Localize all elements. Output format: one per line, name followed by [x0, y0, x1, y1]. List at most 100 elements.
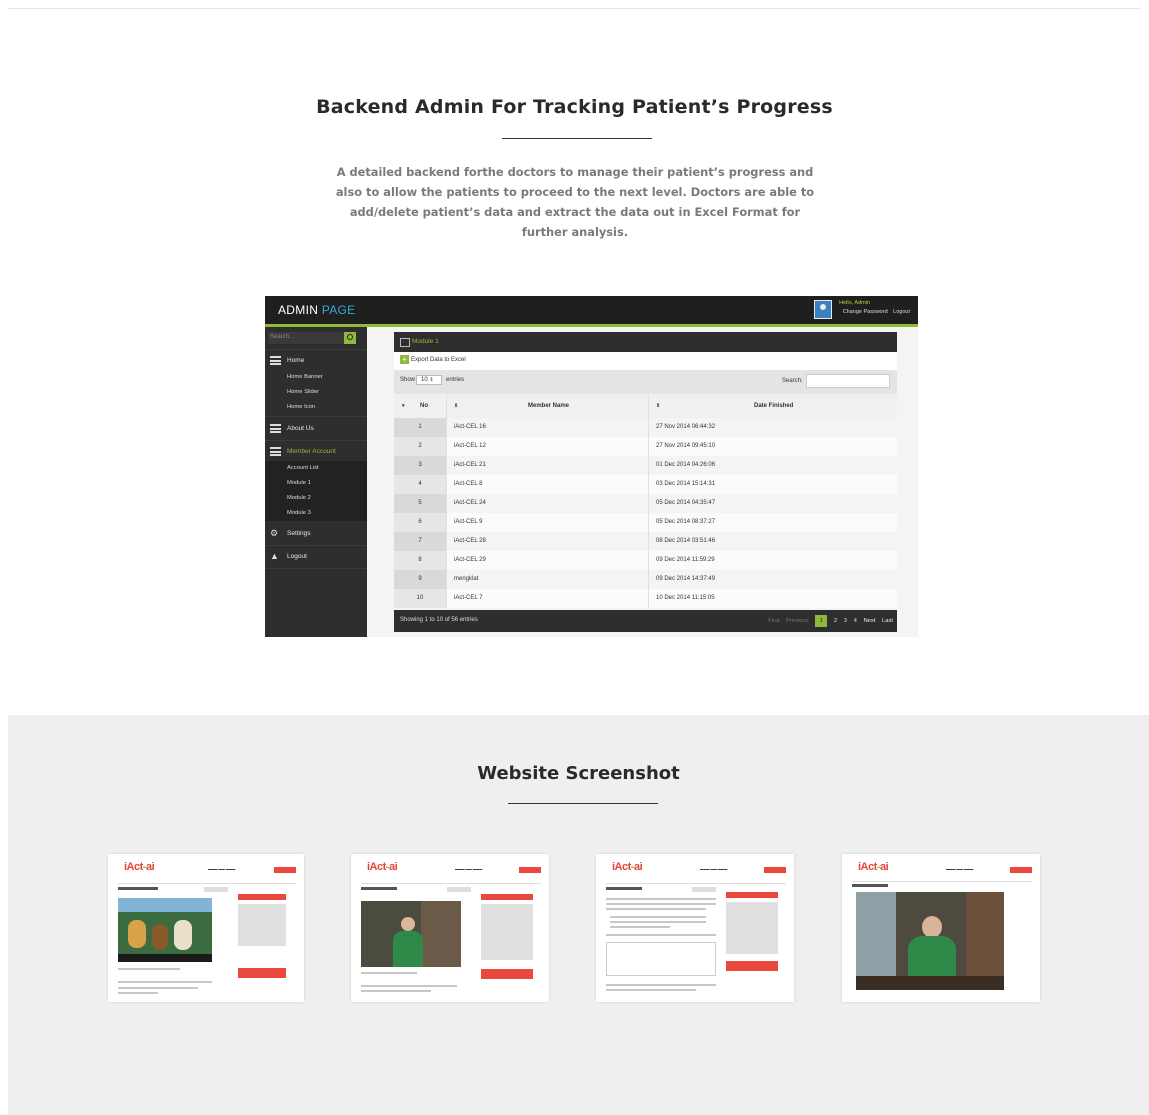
pager-previous[interactable]: Previous: [786, 615, 809, 627]
sort-icon[interactable]: ⇕: [656, 403, 660, 409]
text-line-image: [361, 985, 457, 987]
cell-name: iAct-CEL 9: [454, 519, 483, 525]
table-header: ▾ No ⇕ Member Name ⇕ Date Finished: [394, 394, 897, 418]
screenshot-thumbnail[interactable]: iAct-ai ▬▬▬ ▬▬ ▬▬▬: [108, 854, 304, 1002]
table-row[interactable]: 5 iAct-CEL 24 05 Dec 2014 04:35:47: [394, 494, 897, 513]
table-row[interactable]: 4 iAct-CEL 8 03 Dec 2014 15:14:31: [394, 475, 897, 494]
table-row[interactable]: 9 mengklat 09 Dec 2014 14:37:49: [394, 570, 897, 589]
top-divider: [8, 8, 1141, 9]
entries-label: entries: [446, 377, 465, 383]
module-button-image: [481, 894, 533, 900]
cell-no: 3: [394, 456, 446, 475]
text-line-image: [361, 972, 417, 974]
sidebar-item-member-account[interactable]: Member Account: [265, 442, 367, 462]
screenshot-thumbnail[interactable]: iAct-ai ▬▬▬ ▬▬ ▬▬▬: [596, 854, 794, 1002]
cell-name: iAct-CEL 16: [454, 424, 486, 430]
list-icon: [270, 356, 281, 365]
admin-logo-main: ADMIN: [278, 303, 319, 317]
admin-sidebar: Search... Home Home Banner Home Slider H…: [265, 327, 367, 637]
pager-last[interactable]: Last: [882, 615, 893, 627]
table-row[interactable]: 3 iAct-CEL 21 01 Dec 2014 04:26:06: [394, 456, 897, 475]
table-row[interactable]: 10 iAct-CEL 7 10 Dec 2014 11:15:05: [394, 589, 897, 608]
cell-date: 05 Dec 2014 08:37:27: [656, 519, 716, 525]
chevron-updown-icon: ⇕: [429, 377, 434, 383]
greeting: Hello, Admin: [839, 300, 870, 306]
column-header-member-name[interactable]: Member Name: [528, 403, 569, 409]
sidebar-subitem-label: Home Slider: [287, 389, 319, 395]
sort-icon[interactable]: ⇕: [454, 403, 458, 409]
sidebar-item-about-us[interactable]: About Us: [265, 419, 367, 439]
pager-first[interactable]: First: [768, 615, 779, 627]
pager-page-1[interactable]: 1: [815, 615, 828, 627]
screenshot-thumbnail[interactable]: iAct-ai ▬▬▬ ▬▬ ▬▬▬: [351, 854, 549, 1002]
sort-icon[interactable]: ▾: [402, 403, 405, 409]
admin-content: Module 1 + Export Data to Excel Show 10 ⇕…: [367, 327, 918, 637]
text-line-image: [606, 898, 716, 900]
sidebar-item-label: About Us: [287, 425, 314, 432]
table-row[interactable]: 1 iAct-CEL 16 27 Nov 2014 06:44:32: [394, 418, 897, 437]
column-header-date-finished[interactable]: Date Finished: [754, 403, 793, 409]
site-heading-image: [852, 884, 888, 887]
site-nav-image: ▬▬▬ ▬▬ ▬▬▬: [208, 867, 236, 871]
pager-page-3[interactable]: 3: [844, 615, 847, 627]
site-logo-image: iAct-ai: [124, 861, 155, 873]
table-row[interactable]: 2 iAct-CEL 12 27 Nov 2014 09:45:10: [394, 437, 897, 456]
site-logo-image: iAct-ai: [858, 861, 889, 873]
column-header-no[interactable]: No: [420, 403, 428, 409]
site-button-image: [1010, 867, 1032, 873]
sidebar-item-logout[interactable]: ▲ Logout: [265, 547, 367, 567]
cell-name: iAct-CEL 21: [454, 462, 486, 468]
search-icon[interactable]: [344, 332, 356, 344]
cell-date: 03 Dec 2014 15:14:31: [656, 481, 716, 487]
change-password-link[interactable]: Change Password: [843, 309, 888, 315]
site-logo-image: iAct-ai: [367, 861, 398, 873]
logout-link[interactable]: Logout: [893, 309, 910, 315]
sidebar-subitem-home-slider[interactable]: Home Slider: [265, 385, 367, 400]
pager-next[interactable]: Next: [863, 615, 875, 627]
sidebar-subitem-label: Module 3: [287, 510, 311, 516]
sidebar-subitem-label: Home Banner: [287, 374, 323, 380]
text-line-image: [606, 934, 716, 936]
progress-bar-image: [204, 887, 228, 892]
entries-select[interactable]: 10 ⇕: [416, 375, 442, 385]
site-button-image: [764, 867, 786, 873]
sidebar-subitem-module-1[interactable]: Module 1: [265, 476, 367, 491]
sidebar-subitem-account-list[interactable]: Account List: [265, 461, 367, 476]
cell-date: 01 Dec 2014 04:26:06: [656, 462, 716, 468]
cell-name: iAct-CEL 12: [454, 443, 486, 449]
table-row[interactable]: 7 iAct-CEL 28 08 Dec 2014 03:51:46: [394, 532, 897, 551]
avatar-icon[interactable]: [814, 300, 832, 319]
sidebar-divider: [265, 568, 367, 569]
sidebar-subitem-home-icon[interactable]: Home Icon: [265, 400, 367, 415]
site-divider: [606, 883, 786, 884]
cell-no: 8: [394, 551, 446, 570]
sidebar-item-home[interactable]: Home: [265, 351, 367, 371]
cell-name: iAct-CEL 24: [454, 500, 486, 506]
screenshots-section: Website Screenshot iAct-ai ▬▬▬ ▬▬ ▬▬▬ iA…: [8, 715, 1149, 1115]
show-label: Show: [400, 377, 416, 383]
module-header: Module 1: [394, 332, 897, 352]
cell-no: 6: [394, 513, 446, 532]
screenshot-thumbnail[interactable]: iAct-ai ▬▬▬ ▬▬ ▬▬▬: [842, 854, 1040, 1002]
sidebar-subitem-module-3[interactable]: Module 3: [265, 506, 367, 521]
screenshots-title: Website Screenshot: [477, 763, 680, 784]
table-row[interactable]: 8 iAct-CEL 29 09 Dec 2014 11:59:29: [394, 551, 897, 570]
sidebar-subitem-home-banner[interactable]: Home Banner: [265, 370, 367, 385]
export-excel-button[interactable]: + Export Data to Excel: [400, 355, 466, 367]
table-search-input[interactable]: [806, 374, 890, 388]
pager-page-4[interactable]: 4: [854, 615, 857, 627]
sidebar-item-settings[interactable]: ⚙ Settings: [265, 524, 367, 544]
text-line-image: [361, 990, 431, 992]
text-line-image: [610, 921, 706, 923]
pager-page-2[interactable]: 2: [834, 615, 837, 627]
user-links: Change Password Logout: [839, 309, 910, 315]
members-table: ▾ No ⇕ Member Name ⇕ Date Finished 1 iAct…: [394, 394, 897, 608]
list-icon: [270, 424, 281, 433]
sidebar-subitem-module-2[interactable]: Module 2: [265, 491, 367, 506]
cell-date: 27 Nov 2014 06:44:32: [656, 424, 716, 430]
sidebar-item-label: Logout: [287, 553, 307, 560]
table-row[interactable]: 6 iAct-CEL 9 05 Dec 2014 08:37:27: [394, 513, 897, 532]
entries-select-value: 10: [421, 377, 428, 383]
sidebar-search-input[interactable]: Search...: [268, 332, 356, 344]
text-line-image: [606, 989, 696, 991]
